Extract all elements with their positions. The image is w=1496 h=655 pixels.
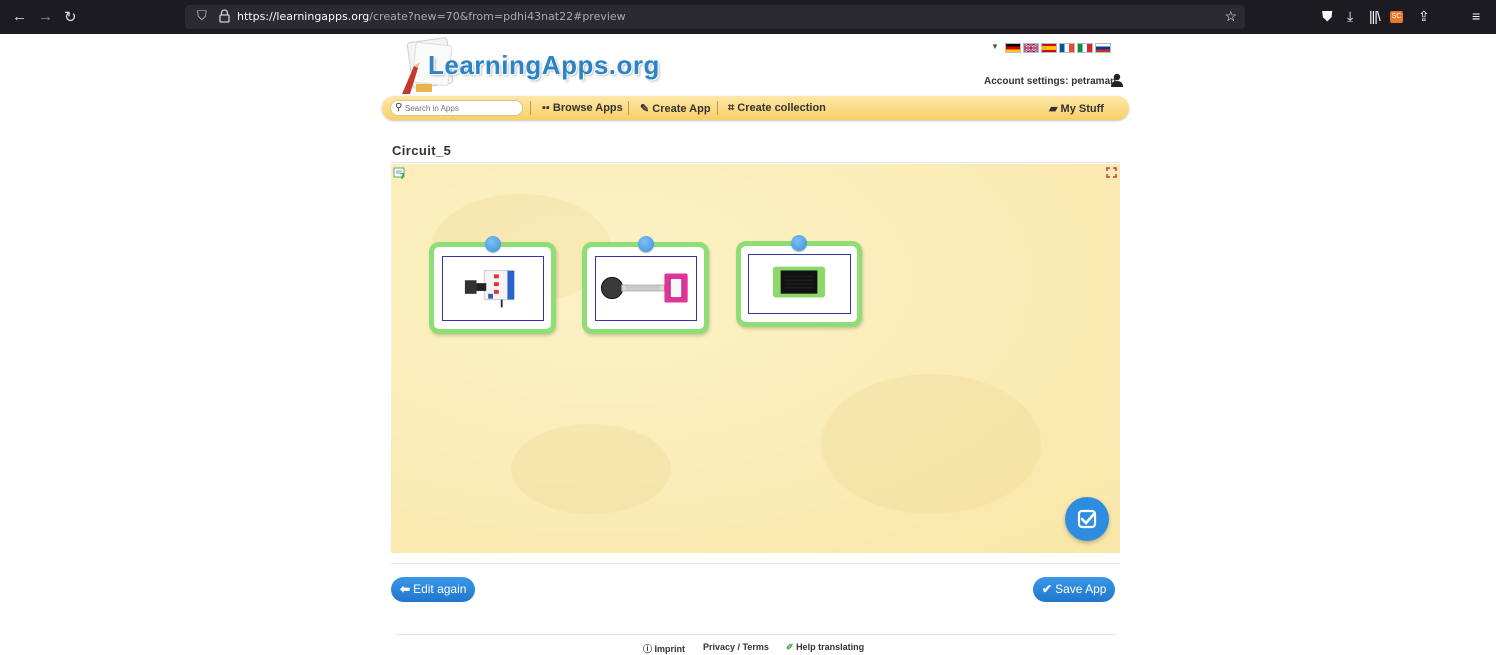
flag-it-icon[interactable] [1077,43,1093,53]
bookmark-star-icon[interactable]: ☆ [1224,8,1237,25]
app-card-2[interactable] [582,236,709,334]
share-icon[interactable]: ⇪ [1418,8,1430,25]
collection-icon: ⌗ [728,102,735,114]
svg-text:?: ? [400,172,405,180]
browse-apps-label: Browse Apps [552,102,623,114]
flag-fr-icon[interactable] [1059,43,1075,53]
help-edit-icon[interactable]: ? [393,166,407,180]
display-module-icon [772,266,826,298]
my-stuff-link[interactable]: ▰ My Stuff [1049,102,1104,115]
flag-en-icon[interactable] [1023,43,1039,53]
pocket-icon[interactable]: ⛊ [1322,8,1333,25]
back-arrow-icon[interactable]: ← [12,8,27,25]
extension-sc-icon[interactable]: SC [1390,11,1403,23]
footer-divider [396,634,1116,635]
card-image-frame [442,256,544,321]
app-card-3[interactable] [736,235,862,327]
shield-icon[interactable]: ⛉ [197,8,207,24]
grid-icon: ▪▪ [542,102,550,114]
menu-divider [717,101,718,115]
checkmark-icon: ✔ [1042,582,1053,596]
create-app-link[interactable]: ✎ Create App [640,102,711,115]
save-app-button[interactable]: ✔ Save App [1033,577,1116,602]
translate-icon: ✐ [786,642,794,652]
main-menu-bar: ⚲ ▪▪ Browse Apps ✎ Create App ⌗ Create c… [382,96,1129,120]
help-translating-link[interactable]: ✐ Help translating [786,642,864,653]
checkbox-check-icon [1077,509,1097,529]
browse-apps-link[interactable]: ▪▪ Browse Apps [542,102,623,114]
background-texture [511,424,671,514]
account-settings-link[interactable]: Account settings: petraman [984,76,1116,87]
create-collection-label: Create collection [737,102,826,114]
card-pin-icon[interactable] [484,236,501,252]
edit-again-button[interactable]: ⬅ Edit again [391,577,476,602]
download-icon[interactable]: ⤓ [1347,8,1353,25]
arrow-left-icon: ⬅ [400,582,411,596]
card-pin-icon[interactable] [791,235,807,251]
folder-icon: ▰ [1049,103,1058,115]
app-workspace[interactable]: ? [391,164,1120,553]
help-translating-label: Help translating [796,642,865,652]
app-card-1[interactable] [429,236,556,334]
app-title: Circuit_5 [392,143,452,158]
search-input[interactable] [405,102,517,115]
browser-toolbar: ← → ↻ ⛉ https://learningapps.org/create?… [0,0,1496,34]
check-answers-button[interactable] [1065,497,1109,541]
flag-es-icon[interactable] [1041,43,1057,53]
card-image-frame [748,254,851,314]
create-collection-link[interactable]: ⌗ Create collection [728,102,826,115]
title-divider [391,162,1120,163]
background-texture [821,374,1041,514]
actions-divider [391,563,1120,564]
flag-de-icon[interactable] [1005,43,1021,53]
search-icon: ⚲ [395,102,403,113]
reload-icon[interactable]: ↻ [64,8,77,26]
info-icon: ⓘ [643,644,653,654]
forward-arrow-icon[interactable]: → [38,8,53,25]
lock-icon[interactable] [219,9,230,23]
fullscreen-icon[interactable] [1106,167,1117,178]
pressure-sensor-icon [600,273,688,303]
url-text: https://learningapps.org/create?new=70&f… [237,10,626,23]
flag-ru-icon[interactable] [1095,43,1111,53]
user-icon[interactable] [1110,73,1124,87]
pencil-icon: ✎ [640,103,650,115]
save-app-label: Save App [1055,582,1107,596]
circuit-board-icon [464,270,515,308]
dropdown-arrow-icon[interactable]: ▼ [991,42,999,51]
library-icon[interactable]: |||\ [1369,8,1381,24]
my-stuff-label: My Stuff [1060,103,1104,115]
create-app-label: Create App [652,103,711,115]
card-image-frame [595,256,697,321]
menu-divider [530,101,531,115]
imprint-label: Imprint [654,644,686,654]
edit-again-label: Edit again [413,582,467,596]
card-pin-icon[interactable] [637,236,654,252]
site-logo-text[interactable]: LearningApps.org [428,50,660,81]
privacy-terms-link[interactable]: Privacy / Terms [703,642,769,652]
hamburger-menu-icon[interactable]: ≡ [1472,8,1480,24]
url-bar[interactable]: ⛉ https://learningapps.org/create?new=70… [185,5,1245,29]
search-box[interactable]: ⚲ [390,100,523,116]
imprint-link[interactable]: ⓘ Imprint [643,642,685,655]
menu-divider [628,101,629,115]
